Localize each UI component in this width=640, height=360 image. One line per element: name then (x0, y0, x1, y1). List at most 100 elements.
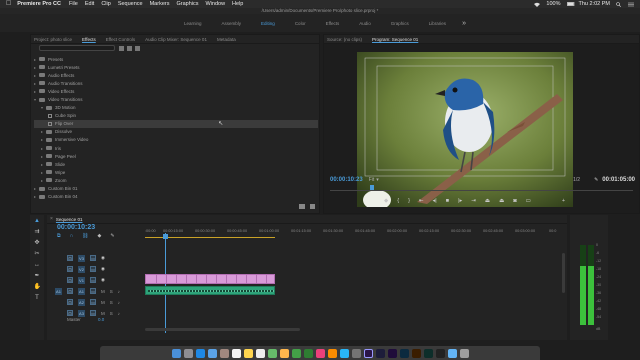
hand-tool-icon[interactable]: ✋ (34, 284, 41, 291)
photoshop-icon[interactable] (399, 348, 409, 358)
master-volume-value[interactable]: 0.0 (98, 317, 104, 322)
chevron-down-icon[interactable]: ▾ (376, 177, 379, 183)
workspace-effects[interactable]: Effects (316, 21, 350, 26)
tree-item-custom-bin-01[interactable]: ▸ Custom Bin 01 (34, 185, 318, 193)
timeline-vertical-scrollbar[interactable] (562, 253, 565, 293)
track-select-tool-icon[interactable]: ⇉ (34, 229, 41, 236)
more-workspaces-icon[interactable]: » (462, 20, 466, 27)
menu-markers[interactable]: Markers (150, 1, 170, 7)
safari-icon[interactable] (195, 348, 205, 358)
timeline-playhead[interactable] (163, 234, 168, 239)
tree-item-wipe[interactable]: ▸ Wipe (34, 168, 318, 176)
menu-help[interactable]: Help (232, 1, 243, 7)
zoom-level-select[interactable]: Fit (369, 177, 375, 183)
workspace-assembly[interactable]: Assembly (212, 21, 252, 26)
mark-in-icon[interactable]: { (397, 198, 399, 204)
messages-icon[interactable] (291, 348, 301, 358)
sync-lock-icon[interactable]: ▭ (90, 310, 96, 316)
track-label-a2[interactable]: A2 (78, 298, 85, 306)
tab-audio-clip-mixer[interactable]: Audio Clip Mixer: Sequence 01 (145, 37, 207, 42)
downloads-folder-icon[interactable] (447, 348, 457, 358)
step-back-icon[interactable]: ◂| (433, 198, 437, 204)
mark-out-icon[interactable]: } (408, 198, 410, 204)
tree-item-dissolve[interactable]: ▸ Dissolve (34, 128, 318, 136)
close-icon[interactable]: × (50, 216, 53, 222)
battery-icon[interactable] (566, 1, 574, 7)
lock-icon[interactable]: ⊡ (67, 277, 73, 283)
track-label-v1[interactable]: V1 (78, 276, 85, 284)
tab-source[interactable]: Source: (no clips) (327, 37, 362, 42)
after-effects-icon[interactable] (387, 348, 397, 358)
menu-clip[interactable]: Clip (101, 1, 110, 7)
lock-icon[interactable]: ⊡ (67, 310, 73, 316)
track-label-a3[interactable]: A3 (78, 309, 85, 317)
add-marker-icon[interactable]: ◆ (98, 233, 102, 239)
mute-button[interactable]: M (101, 311, 105, 316)
tree-item-lumetri-presets[interactable]: ▸ Lumetri Presets (34, 63, 318, 71)
photos-icon[interactable] (279, 348, 289, 358)
tab-effects[interactable]: Effects (82, 37, 96, 42)
go-to-in-icon[interactable]: ⇤ (419, 198, 424, 204)
lock-icon[interactable]: ⊡ (67, 266, 73, 272)
terminal-icon[interactable] (435, 348, 445, 358)
sync-lock-icon[interactable]: ▭ (90, 299, 96, 305)
tree-item-flip-over[interactable]: Flip Over ↖ (34, 119, 318, 128)
workspace-editing[interactable]: Editing (251, 21, 285, 26)
ibooks-icon[interactable] (327, 348, 337, 358)
trash-icon[interactable] (459, 348, 469, 358)
sync-lock-icon[interactable]: ▭ (90, 266, 96, 272)
sync-lock-icon[interactable]: ▭ (90, 288, 96, 294)
menu-window[interactable]: Window (205, 1, 225, 7)
calendar-icon[interactable] (231, 348, 241, 358)
workspace-libraries[interactable]: Libraries (419, 21, 456, 26)
source-patch-a1[interactable]: A1 (55, 287, 62, 295)
tab-metadata[interactable]: Metadata (217, 37, 236, 42)
extract-icon[interactable]: ⏏ (499, 198, 504, 204)
finder-icon[interactable] (171, 348, 181, 358)
tree-item-video-effects[interactable]: ▸ Video Effects (34, 87, 318, 95)
audio-clip[interactable] (145, 286, 275, 295)
app-name-menu[interactable]: Premiere Pro CC (17, 1, 61, 7)
tree-item-presets[interactable]: ▸ Presets (34, 55, 318, 63)
sync-lock-icon[interactable]: ▭ (90, 255, 96, 261)
apple-icon[interactable]:  (6, 0, 11, 8)
track-label-a1[interactable]: A1 (78, 287, 85, 295)
menu-graphics[interactable]: Graphics (176, 1, 198, 7)
tree-item-immersive-video[interactable]: ▸ Immersive Video (34, 136, 318, 144)
eye-icon[interactable]: ◉ (101, 266, 105, 272)
accelerated-effects-icon[interactable] (119, 46, 124, 51)
solo-button[interactable]: S (110, 311, 113, 316)
tree-item-custom-bin-04[interactable]: ▸ Custom Bin 04 (34, 193, 318, 201)
tree-item-page-peel[interactable]: ▸ Page Peel (34, 152, 318, 160)
menu-sequence[interactable]: Sequence (118, 1, 143, 7)
tab-project[interactable]: Project: photo slice (34, 37, 72, 42)
insert-sequence-as-nest-icon[interactable]: ⧉ (57, 233, 61, 239)
eye-icon[interactable]: ◉ (101, 255, 105, 261)
tree-item-audio-effects[interactable]: ▸ Audio Effects (34, 71, 318, 79)
button-editor-icon[interactable]: + (562, 198, 565, 204)
notes-icon[interactable] (243, 348, 253, 358)
contacts-icon[interactable] (219, 348, 229, 358)
razor-tool-icon[interactable]: ✂ (34, 251, 41, 258)
spotlight-icon[interactable] (616, 1, 622, 7)
workspace-audio[interactable]: Audio (349, 21, 381, 26)
linked-selection-icon[interactable]: ⛓ (82, 233, 88, 239)
lift-icon[interactable]: ⏏ (485, 198, 490, 204)
wifi-icon[interactable] (534, 2, 541, 7)
play-stop-icon[interactable]: ■ (446, 198, 449, 204)
solo-button[interactable]: S (110, 289, 113, 294)
timeline-horizontal-scrollbar[interactable] (145, 328, 300, 331)
lock-icon[interactable]: ⊡ (67, 288, 73, 294)
go-to-out-icon[interactable]: ⇥ (471, 198, 476, 204)
workspace-learning[interactable]: Learning (174, 21, 212, 26)
lock-icon[interactable]: ⊡ (67, 255, 73, 261)
export-frame-icon[interactable]: ◙ (513, 198, 516, 204)
illustrator-icon[interactable] (411, 348, 421, 358)
app-store-icon[interactable] (339, 348, 349, 358)
step-forward-icon[interactable]: |▸ (458, 198, 462, 204)
system-preferences-icon[interactable] (351, 348, 361, 358)
timeline-settings-icon[interactable]: ✎ (110, 233, 114, 239)
mail-icon[interactable] (207, 348, 217, 358)
tree-item-zoom[interactable]: ▸ Zoom (34, 176, 318, 184)
comparison-view-icon[interactable]: ▭ (526, 198, 531, 204)
